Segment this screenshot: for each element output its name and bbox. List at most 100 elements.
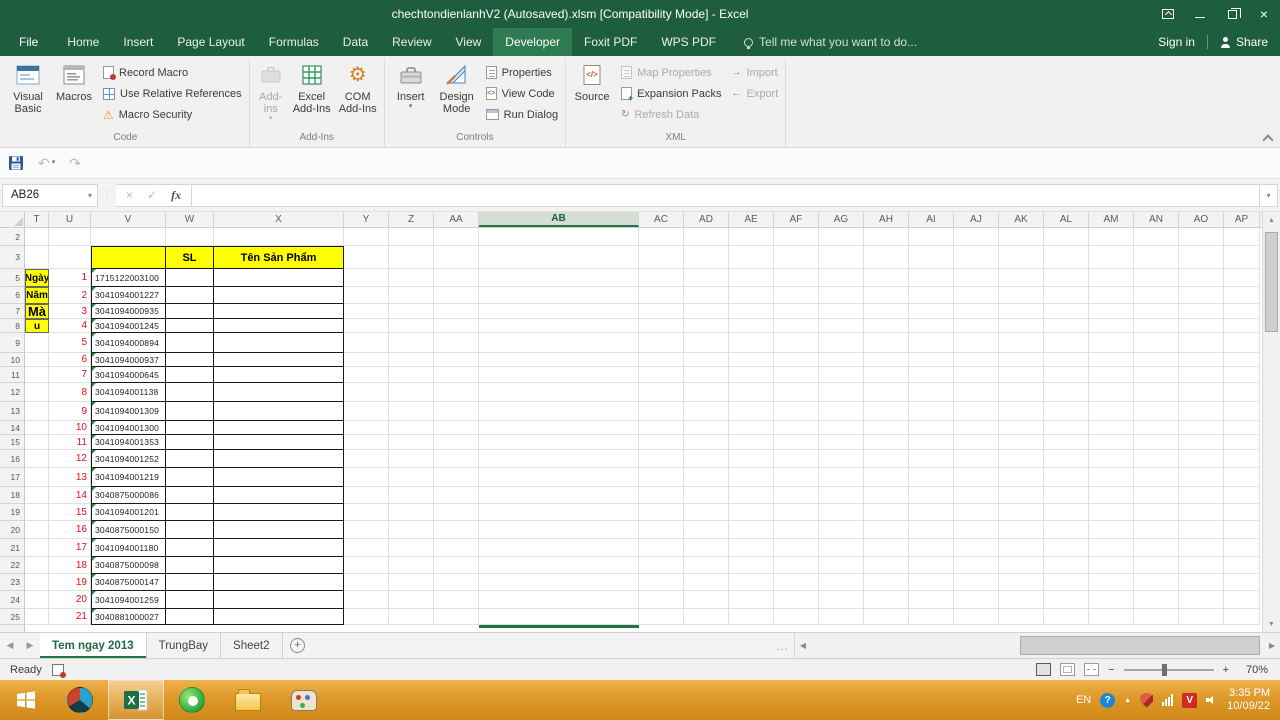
cell-AO16[interactable]	[1179, 450, 1224, 468]
cell-AC25[interactable]	[639, 609, 684, 625]
cell-AK10[interactable]	[999, 353, 1044, 367]
cell-W15[interactable]	[166, 435, 214, 450]
cell-AM12[interactable]	[1089, 383, 1134, 402]
cell-W3[interactable]: SL	[166, 246, 214, 269]
cell-AN13[interactable]	[1134, 402, 1179, 421]
cell-AE24[interactable]	[729, 591, 774, 609]
cell-V19[interactable]: 3041094001201	[91, 504, 166, 521]
cell-AL9[interactable]	[1044, 333, 1089, 353]
cell-T7[interactable]: Mà	[25, 304, 49, 319]
cell-X24[interactable]	[214, 591, 344, 609]
cell-AM11[interactable]	[1089, 367, 1134, 383]
cell-AN3[interactable]	[1134, 246, 1179, 269]
select-all-corner[interactable]	[0, 212, 25, 227]
cell-AL15[interactable]	[1044, 435, 1089, 450]
cell-AE17[interactable]	[729, 468, 774, 487]
cell-AP8[interactable]	[1224, 319, 1260, 333]
cell-Y23[interactable]	[344, 574, 389, 591]
cell-T12[interactable]	[25, 383, 49, 402]
cell-Y5[interactable]	[344, 269, 389, 287]
cell-AM25[interactable]	[1089, 609, 1134, 625]
cell-W13[interactable]	[166, 402, 214, 421]
grid-rows[interactable]: SLTên Sản PhẩmNgày11715122003100Năm23041…	[25, 228, 1280, 632]
cell-AJ21[interactable]	[954, 539, 999, 557]
cell-AA15[interactable]	[434, 435, 479, 450]
cell-AI10[interactable]	[909, 353, 954, 367]
cell-AD18[interactable]	[684, 487, 729, 504]
cell-Z17[interactable]	[389, 468, 434, 487]
cell-AA25[interactable]	[434, 609, 479, 625]
cell-AG13[interactable]	[819, 402, 864, 421]
cell-Z5[interactable]	[389, 269, 434, 287]
cell-AK21[interactable]	[999, 539, 1044, 557]
cell-AK2[interactable]	[999, 228, 1044, 246]
cell-AH11[interactable]	[864, 367, 909, 383]
cell-Z15[interactable]	[389, 435, 434, 450]
cell-AC12[interactable]	[639, 383, 684, 402]
cell-AM18[interactable]	[1089, 487, 1134, 504]
cell-AD15[interactable]	[684, 435, 729, 450]
zoom-in-button[interactable]: +	[1223, 664, 1229, 676]
ribbon-tab-review[interactable]: Review	[380, 28, 443, 56]
cell-AK17[interactable]	[999, 468, 1044, 487]
cell-AA22[interactable]	[434, 557, 479, 574]
cell-T8[interactable]: u	[25, 319, 49, 333]
cell-X3[interactable]: Tên Sản Phẩm	[214, 246, 344, 269]
row-header-24[interactable]: 24	[0, 591, 24, 609]
cell-AE21[interactable]	[729, 539, 774, 557]
cell-AB20[interactable]	[479, 521, 639, 539]
cell-AJ11[interactable]	[954, 367, 999, 383]
cell-Z9[interactable]	[389, 333, 434, 353]
cell-AF25[interactable]	[774, 609, 819, 625]
cell-AD21[interactable]	[684, 539, 729, 557]
cell-AI3[interactable]	[909, 246, 954, 269]
sign-in-button[interactable]: Sign in	[1158, 35, 1195, 49]
cell-AN16[interactable]	[1134, 450, 1179, 468]
cell-Y17[interactable]	[344, 468, 389, 487]
cell-T19[interactable]	[25, 504, 49, 521]
visual-basic-button[interactable]: Visual Basic	[5, 61, 51, 127]
cell-AN22[interactable]	[1134, 557, 1179, 574]
cell-AM3[interactable]	[1089, 246, 1134, 269]
cell-V9[interactable]: 3041094000894	[91, 333, 166, 353]
column-header-ad[interactable]: AD	[684, 212, 729, 227]
network-signal-icon[interactable]	[1162, 694, 1173, 706]
cell-AP13[interactable]	[1224, 402, 1260, 421]
cell-AN6[interactable]	[1134, 287, 1179, 304]
cell-AJ15[interactable]	[954, 435, 999, 450]
cell-U23[interactable]: 19	[49, 574, 91, 591]
cell-AI15[interactable]	[909, 435, 954, 450]
cell-X10[interactable]	[214, 353, 344, 367]
cell-AK15[interactable]	[999, 435, 1044, 450]
cell-X6[interactable]	[214, 287, 344, 304]
cell-AA14[interactable]	[434, 421, 479, 435]
formula-input[interactable]	[192, 184, 1260, 207]
cell-AO8[interactable]	[1179, 319, 1224, 333]
sheet-tab-tem-ngay-2013[interactable]: Tem ngay 2013	[40, 633, 147, 658]
cell-T9[interactable]	[25, 333, 49, 353]
cell-U15[interactable]: 11	[49, 435, 91, 450]
cell-AB15[interactable]	[479, 435, 639, 450]
cell-AH3[interactable]	[864, 246, 909, 269]
v-scrollbar[interactable]: ▲ ▼	[1262, 212, 1280, 632]
cell-AN8[interactable]	[1134, 319, 1179, 333]
cell-T10[interactable]	[25, 353, 49, 367]
cell-AH24[interactable]	[864, 591, 909, 609]
cell-V20[interactable]: 3040875000150	[91, 521, 166, 539]
cell-T5[interactable]: Ngày	[25, 269, 49, 287]
cell-AP15[interactable]	[1224, 435, 1260, 450]
cell-AE9[interactable]	[729, 333, 774, 353]
h-scroll-thumb[interactable]	[1020, 636, 1260, 655]
clock[interactable]: 3:35 PM 10/09/22	[1227, 687, 1270, 713]
cell-AF13[interactable]	[774, 402, 819, 421]
zoom-slider[interactable]	[1124, 669, 1214, 671]
cell-T13[interactable]	[25, 402, 49, 421]
cell-AI22[interactable]	[909, 557, 954, 574]
cell-AL12[interactable]	[1044, 383, 1089, 402]
cell-AH14[interactable]	[864, 421, 909, 435]
cell-AO17[interactable]	[1179, 468, 1224, 487]
cell-AJ19[interactable]	[954, 504, 999, 521]
cell-X5[interactable]	[214, 269, 344, 287]
row-header-7[interactable]: 7	[0, 304, 24, 319]
cell-AH5[interactable]	[864, 269, 909, 287]
